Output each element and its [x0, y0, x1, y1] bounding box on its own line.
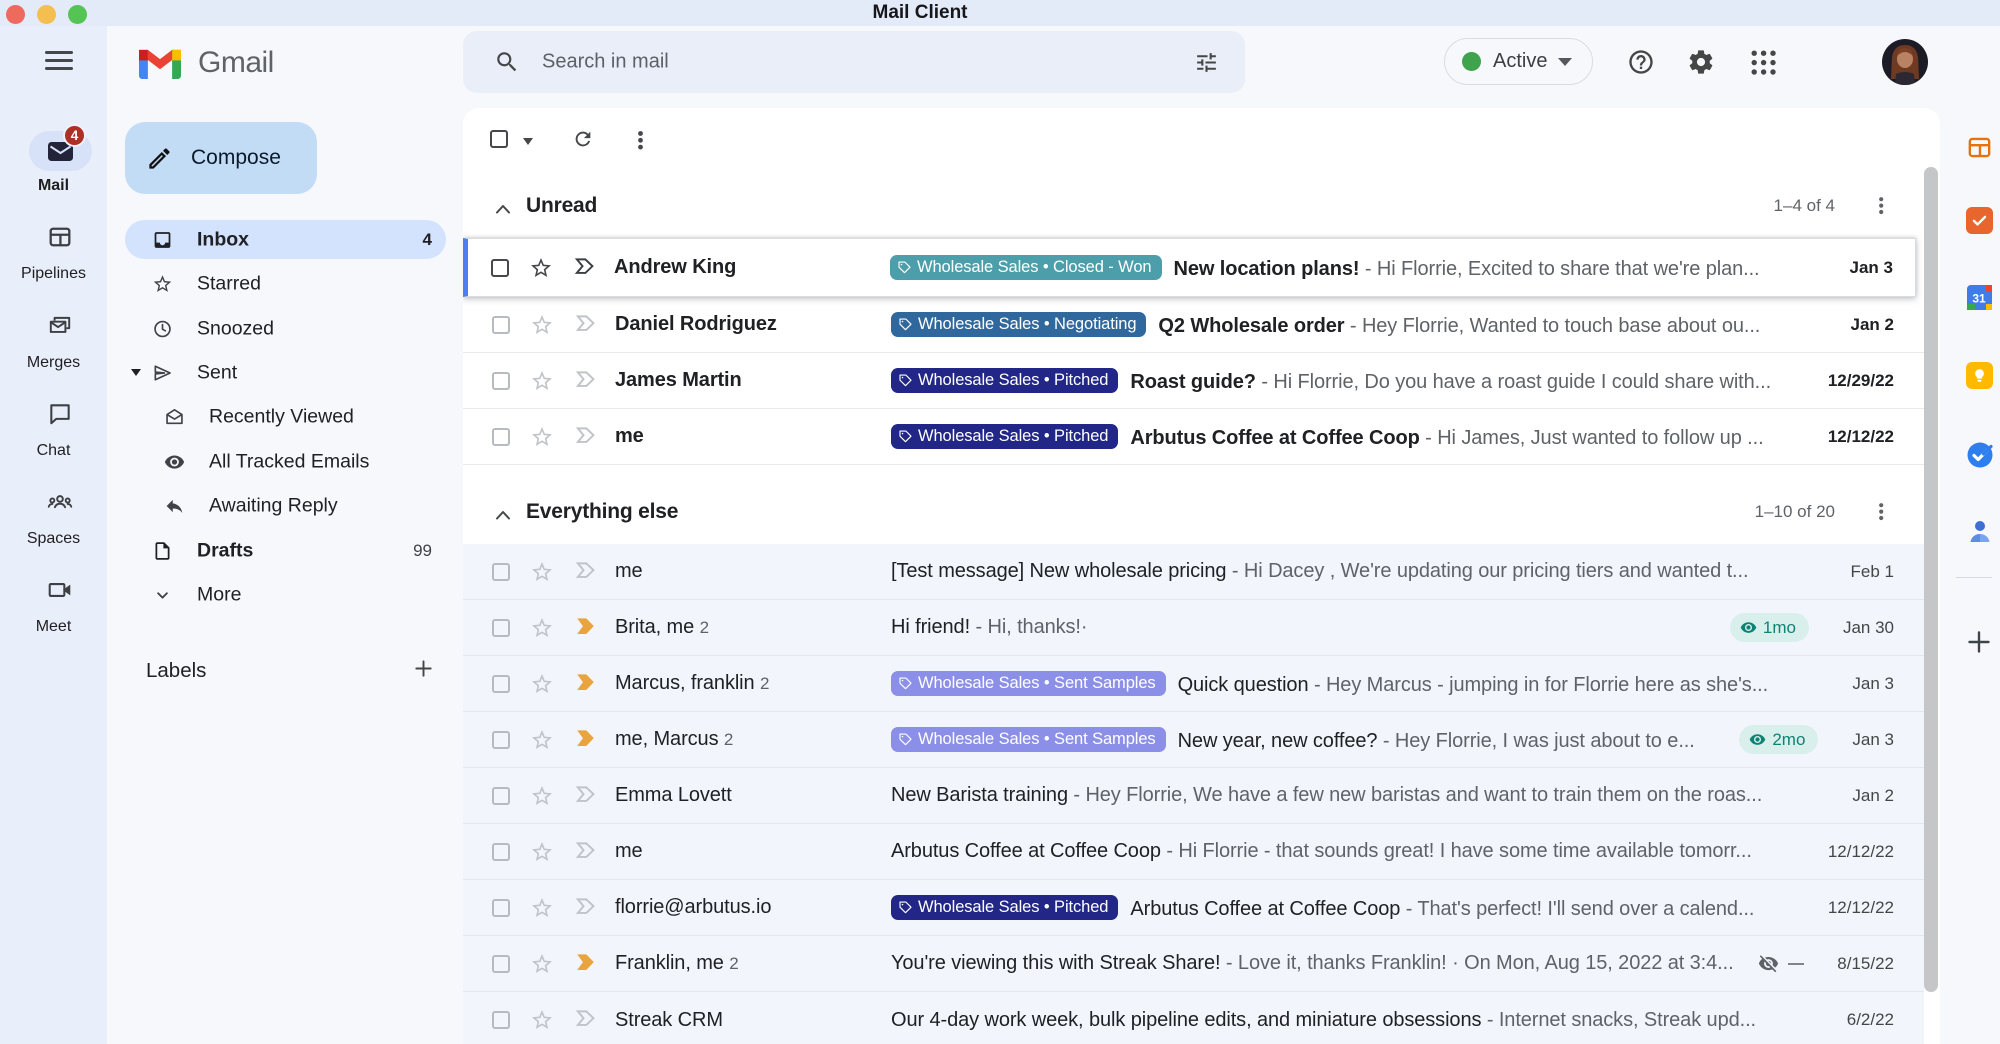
svg-text:31: 31 [1972, 292, 1986, 306]
